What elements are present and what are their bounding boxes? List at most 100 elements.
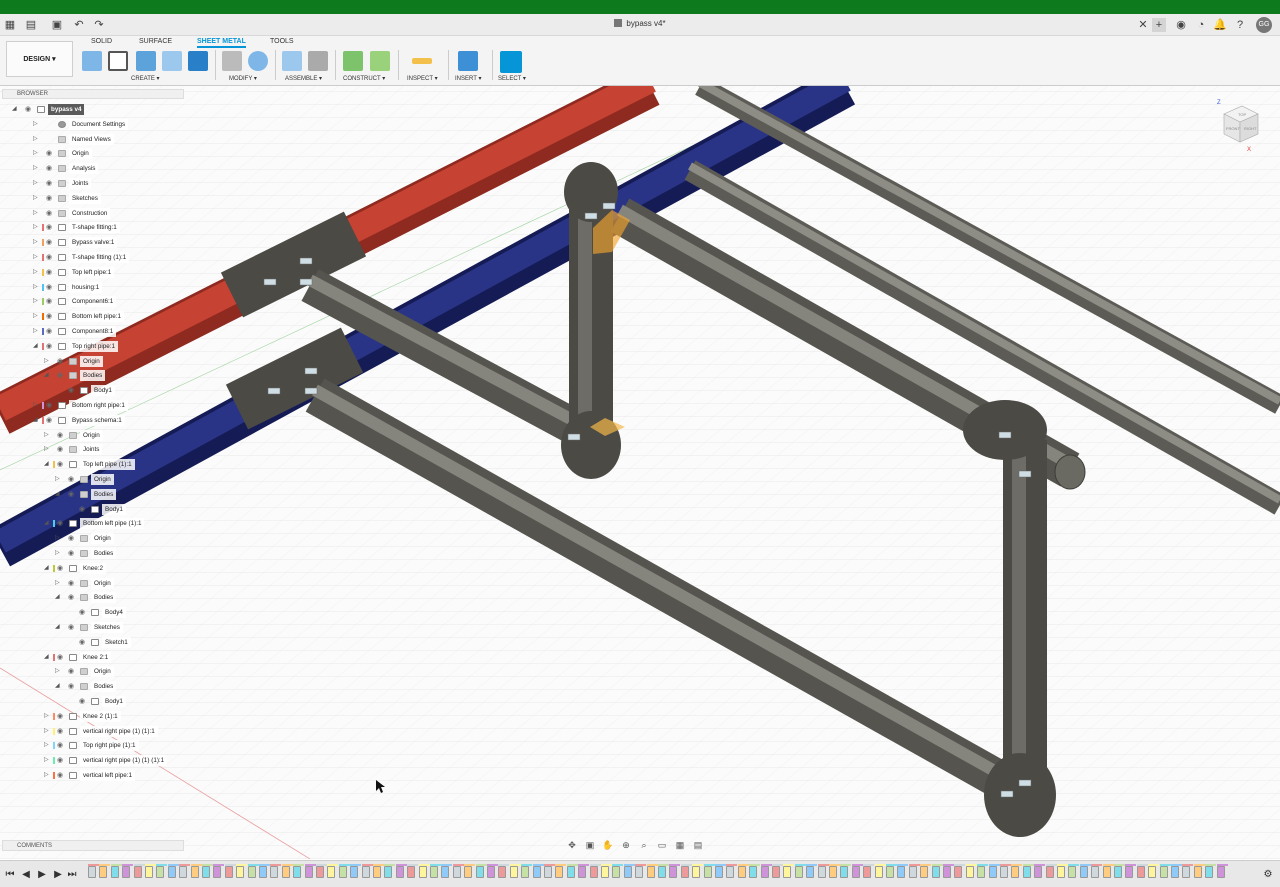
- timeline-feature-icon[interactable]: [99, 866, 108, 878]
- create-sketch-icon[interactable]: [108, 51, 128, 71]
- timeline-feature-icon[interactable]: [532, 866, 541, 878]
- timeline-feature-icon[interactable]: [692, 866, 701, 878]
- visibility-eye-icon[interactable]: ◉: [57, 728, 66, 735]
- expanded-triangle-icon[interactable]: ◢: [44, 461, 50, 468]
- collapsed-triangle-icon[interactable]: ▷: [55, 550, 61, 557]
- browser-panel-header[interactable]: BROWSER: [2, 89, 184, 99]
- timeline-feature-icon[interactable]: [829, 866, 837, 878]
- timeline-feature-icon[interactable]: [874, 866, 883, 878]
- collapsed-triangle-icon[interactable]: ▷: [33, 180, 39, 187]
- timeline-next-icon[interactable]: ▶: [52, 869, 64, 880]
- joint-glyph[interactable]: [584, 212, 598, 220]
- joint-glyph[interactable]: [1018, 779, 1032, 787]
- visibility-eye-icon[interactable]: ◉: [57, 713, 66, 720]
- timeline-feature-icon[interactable]: [1216, 866, 1225, 878]
- timeline-feature-icon[interactable]: [840, 866, 849, 878]
- joint-glyph[interactable]: [263, 278, 277, 286]
- group-assemble[interactable]: ASSEMBLE ▾: [285, 75, 322, 82]
- timeline-feature-icon[interactable]: [1205, 866, 1214, 878]
- visibility-eye-icon[interactable]: ◉: [25, 106, 34, 113]
- timeline-feature-icon[interactable]: [338, 866, 347, 878]
- collapsed-triangle-icon[interactable]: ▷: [44, 742, 50, 749]
- timeline-feature-icon[interactable]: [1136, 866, 1145, 878]
- timeline-feature-icon[interactable]: [931, 866, 940, 878]
- timeline-feature-icon[interactable]: [487, 866, 495, 878]
- job-status-icon[interactable]: ◔: [1194, 18, 1208, 32]
- timeline-feature-icon[interactable]: [988, 866, 997, 878]
- collapsed-triangle-icon[interactable]: ▷: [33, 210, 39, 217]
- visibility-eye-icon[interactable]: ◉: [68, 668, 77, 675]
- timeline-feature-icon[interactable]: [601, 866, 609, 878]
- timeline-feature-icon[interactable]: [965, 866, 974, 878]
- timeline-feature-icon[interactable]: [384, 866, 393, 878]
- collapsed-triangle-icon[interactable]: ▷: [33, 313, 39, 320]
- joint-glyph[interactable]: [1018, 470, 1032, 478]
- timeline-feature-icon[interactable]: [452, 866, 461, 878]
- timeline-feature-icon[interactable]: [1171, 866, 1179, 878]
- timeline-feature-icon[interactable]: [578, 866, 587, 878]
- visibility-eye-icon[interactable]: ◉: [68, 387, 77, 394]
- visibility-eye-icon[interactable]: ◉: [79, 698, 88, 705]
- timeline-feature-icon[interactable]: [156, 866, 165, 878]
- timeline-feature-icon[interactable]: [464, 866, 473, 878]
- group-inspect[interactable]: INSPECT ▾: [407, 75, 438, 82]
- collapsed-triangle-icon[interactable]: ▷: [44, 728, 50, 735]
- timeline-feature-icon[interactable]: [863, 866, 872, 878]
- visibility-eye-icon[interactable]: ◉: [46, 269, 55, 276]
- timeline-feature-icon[interactable]: [1182, 866, 1191, 878]
- joint-icon[interactable]: [308, 51, 328, 71]
- timeline-feature-icon[interactable]: [726, 866, 735, 878]
- collapsed-triangle-icon[interactable]: ▷: [33, 165, 39, 172]
- visibility-eye-icon[interactable]: ◉: [57, 565, 66, 572]
- visibility-eye-icon[interactable]: ◉: [46, 402, 55, 409]
- timeline-feature-icon[interactable]: [1034, 866, 1043, 878]
- timeline-feature-icon[interactable]: [167, 866, 176, 878]
- fit-icon[interactable]: ⌕: [637, 839, 651, 851]
- select-icon[interactable]: [500, 51, 522, 73]
- notifications-icon[interactable]: 🔔: [1213, 18, 1227, 32]
- look-at-icon[interactable]: ▣: [583, 839, 597, 851]
- timeline-feature-icon[interactable]: [703, 866, 712, 878]
- help-icon[interactable]: ?: [1233, 18, 1247, 32]
- zoom-icon[interactable]: ⊕: [619, 839, 633, 851]
- timeline-feature-icon[interactable]: [327, 866, 336, 878]
- timeline-feature-icon[interactable]: [1057, 866, 1065, 878]
- collapsed-triangle-icon[interactable]: ▷: [33, 402, 39, 409]
- timeline-feature-icon[interactable]: [1193, 866, 1202, 878]
- collapsed-triangle-icon[interactable]: ▷: [33, 121, 39, 128]
- timeline-feature-icon[interactable]: [475, 866, 484, 878]
- timeline-play-icon[interactable]: ▶: [36, 869, 48, 880]
- insert-image-icon[interactable]: [458, 51, 478, 71]
- timeline-feature-icon[interactable]: [908, 866, 917, 878]
- visibility-eye-icon[interactable]: ◉: [57, 654, 66, 661]
- timeline-feature-icon[interactable]: [88, 866, 96, 878]
- timeline-feature-icon[interactable]: [1159, 866, 1168, 878]
- collapsed-triangle-icon[interactable]: ▷: [33, 195, 39, 202]
- viewcube[interactable]: TOP FRONT RIGHT Z X: [1214, 96, 1264, 156]
- timeline-feature-icon[interactable]: [407, 866, 416, 878]
- timeline-feature-icon[interactable]: [350, 866, 359, 878]
- visibility-eye-icon[interactable]: ◉: [46, 150, 55, 157]
- joint-glyph[interactable]: [299, 278, 313, 286]
- visibility-eye-icon[interactable]: ◉: [68, 594, 77, 601]
- timeline-feature-icon[interactable]: [715, 866, 723, 878]
- visibility-eye-icon[interactable]: ◉: [46, 298, 55, 305]
- visibility-eye-icon[interactable]: ◉: [57, 446, 66, 453]
- expanded-triangle-icon[interactable]: ◢: [44, 520, 50, 527]
- timeline-feature-icon[interactable]: [646, 866, 655, 878]
- timeline-feature-icon[interactable]: [680, 866, 689, 878]
- visibility-eye-icon[interactable]: ◉: [46, 239, 55, 246]
- visibility-eye-icon[interactable]: ◉: [46, 165, 55, 172]
- collapsed-triangle-icon[interactable]: ▷: [33, 269, 39, 276]
- visibility-eye-icon[interactable]: ◉: [46, 328, 55, 335]
- fillet-icon[interactable]: [248, 51, 268, 71]
- tab-sheet-metal[interactable]: SHEET METAL: [197, 38, 246, 48]
- timeline-end-icon[interactable]: ⏭: [66, 869, 78, 880]
- expanded-triangle-icon[interactable]: ◢: [33, 417, 39, 424]
- extrude-icon[interactable]: [188, 51, 208, 71]
- timeline-feature-icon[interactable]: [1068, 866, 1077, 878]
- visibility-eye-icon[interactable]: ◉: [46, 210, 55, 217]
- display-settings-icon[interactable]: ▭: [655, 839, 669, 851]
- orbit-icon[interactable]: ✥: [565, 839, 579, 851]
- joint-glyph[interactable]: [267, 387, 281, 395]
